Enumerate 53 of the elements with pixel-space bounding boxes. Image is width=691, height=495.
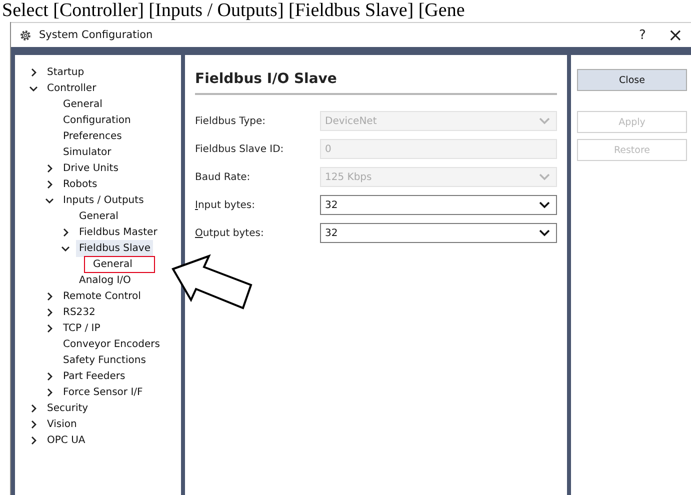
gear-icon [19,28,32,42]
chevron-right-icon[interactable] [45,308,54,316]
tree-item[interactable]: Remote Control [60,288,144,304]
tree-item[interactable]: Part Feeders [60,368,128,384]
tree-item[interactable]: Vision [44,416,80,432]
chevron-down-icon[interactable] [539,201,550,209]
tree-item[interactable]: Startup [44,64,88,80]
tree-item[interactable]: Analog I/O [76,272,134,288]
chevron-right-icon[interactable] [29,68,38,76]
tree-item[interactable]: Simulator [60,144,114,160]
field-label: Baud Rate: [195,172,252,182]
chevron-down-icon[interactable] [539,229,550,237]
tree-item[interactable]: RS232 [60,304,98,320]
field-label: Fieldbus Slave ID: [195,144,285,154]
chevron-down-icon[interactable] [45,196,54,204]
field-label: Output bytes: [195,228,265,238]
chevron-right-icon[interactable] [45,292,54,300]
field-label: Fieldbus Type: [195,116,266,126]
chevron-right-icon[interactable] [29,436,38,444]
tree-item[interactable]: Controller [44,80,100,96]
tree-item[interactable]: Conveyor Encoders [60,336,163,352]
tree-item[interactable]: TCP / IP [60,320,104,336]
panel-title: Fieldbus I/O Slave [195,70,338,87]
chevron-down-icon[interactable] [61,244,70,252]
dropdown-field[interactable]: 32 [320,195,557,215]
instruction-caption: Select [Controller] [Inputs / Outputs] [Fieldbus Slave] [Gene [1,0,466,22]
window-title: System Configuration [39,29,153,41]
chevron-right-icon[interactable] [29,404,38,412]
chevron-right-icon[interactable] [61,228,70,236]
chevron-right-icon[interactable] [45,180,54,188]
tree-item[interactable]: Fieldbus Slave [76,240,154,256]
chevron-right-icon[interactable] [45,164,54,172]
tree-item[interactable]: OPC UA [44,432,88,448]
chevron-right-icon[interactable] [45,324,54,332]
field-label: Input bytes: [195,200,256,210]
tree-item[interactable]: Configuration [60,112,134,128]
tree-item[interactable]: Inputs / Outputs [60,192,147,208]
action-button[interactable]: Close [577,69,687,91]
tree-item[interactable]: General [84,256,156,272]
tree-item[interactable]: Fieldbus Master [76,224,160,240]
tree-item[interactable]: Safety Functions [60,352,149,368]
dropdown-field[interactable]: 32 [320,223,557,243]
tree-item[interactable]: Robots [60,176,100,192]
chevron-down-icon[interactable] [29,84,38,92]
tree-item[interactable]: Security [44,400,92,416]
tree-item[interactable]: General [76,208,122,224]
tree-item[interactable]: Force Sensor I/F [60,384,146,400]
tree-item[interactable]: Drive Units [60,160,122,176]
tree-item[interactable]: Preferences [60,128,125,144]
chevron-right-icon[interactable] [29,420,38,428]
chevron-right-icon[interactable] [45,372,54,380]
chevron-right-icon[interactable] [45,388,54,396]
tree-item[interactable]: General [60,96,106,112]
